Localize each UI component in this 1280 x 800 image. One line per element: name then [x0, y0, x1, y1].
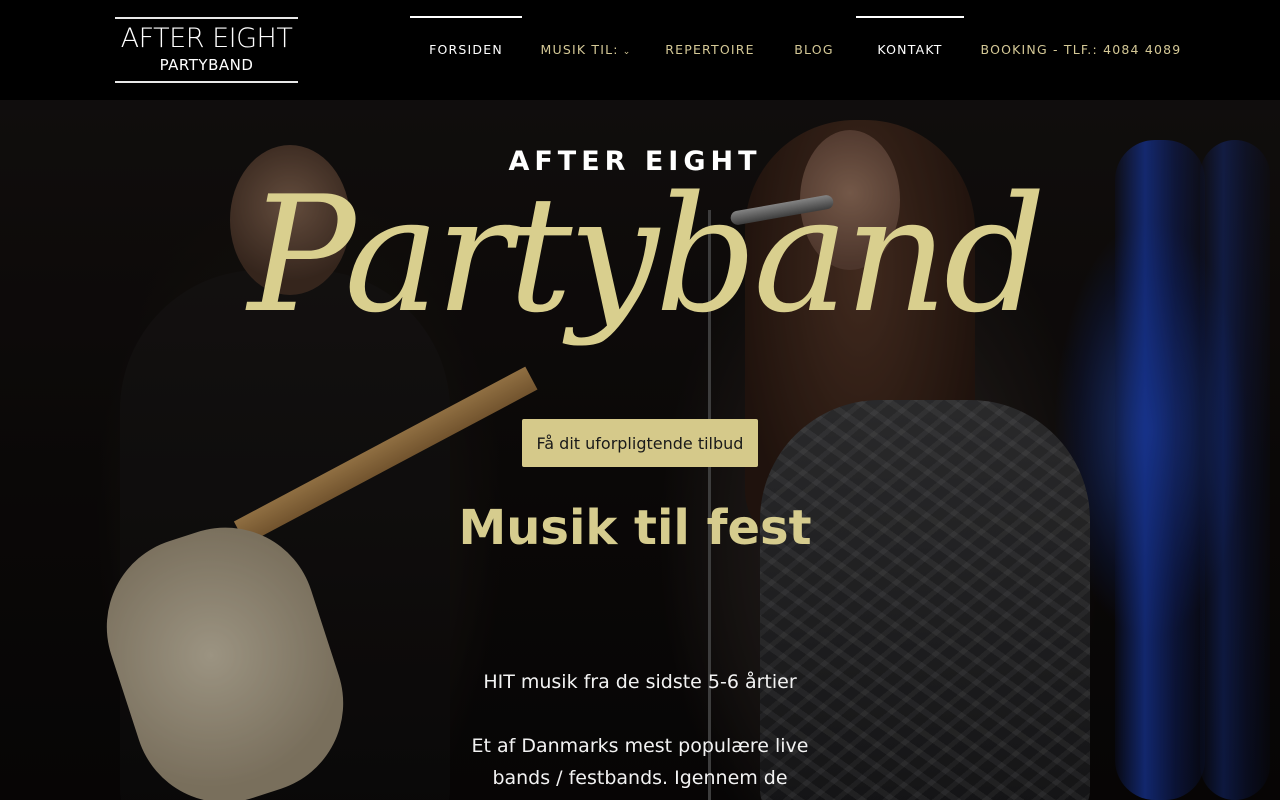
- hero-script-title: Partyband: [247, 161, 1046, 348]
- nav-item-kontakt[interactable]: KONTAKT: [856, 0, 964, 100]
- nav-active-indicator: [856, 16, 964, 18]
- hero-paragraph: Et af Danmarks mest populære live bands …: [471, 735, 809, 789]
- logo-line-1: AFTER EIGHT: [120, 23, 293, 54]
- nav-item-label: FORSIDEN: [429, 42, 503, 57]
- site-logo[interactable]: AFTER EIGHT PARTYBAND: [115, 17, 298, 83]
- nav-item-forsiden[interactable]: FORSIDEN: [410, 0, 522, 100]
- nav-item-label: BLOG: [794, 42, 834, 57]
- nav-active-indicator: [410, 16, 522, 18]
- site-header: AFTER EIGHT PARTYBAND FORSIDEN MUSIK TIL…: [0, 0, 1280, 100]
- hero-section: AFTER EIGHT Partyband Få dit uforpligten…: [0, 100, 1280, 800]
- chevron-down-icon: ⌄: [622, 47, 632, 57]
- logo-bottom-rule: [115, 81, 298, 83]
- nav-item-repertoire[interactable]: REPERTOIRE: [660, 0, 760, 100]
- get-quote-button[interactable]: Få dit uforpligtende tilbud: [522, 419, 758, 467]
- nav-item-blog[interactable]: BLOG: [784, 0, 844, 100]
- hero-heading: Musik til fest: [458, 500, 812, 556]
- nav-item-label: KONTAKT: [877, 42, 943, 57]
- nav-item-booking-phone[interactable]: BOOKING - TLF.: 4084 4089: [980, 0, 1182, 100]
- logo-top-rule: [115, 17, 298, 19]
- nav-item-label: REPERTOIRE: [665, 42, 755, 57]
- hero-paragraph: HIT musik fra de sidste 5-6 årtier: [483, 671, 797, 693]
- nav-item-label: MUSIK TIL:: [540, 42, 619, 57]
- logo-line-2: PARTYBAND: [159, 56, 254, 74]
- nav-item-label: BOOKING - TLF.: 4084 4089: [980, 42, 1182, 57]
- nav-item-musik-til[interactable]: MUSIK TIL: ⌄: [536, 0, 636, 100]
